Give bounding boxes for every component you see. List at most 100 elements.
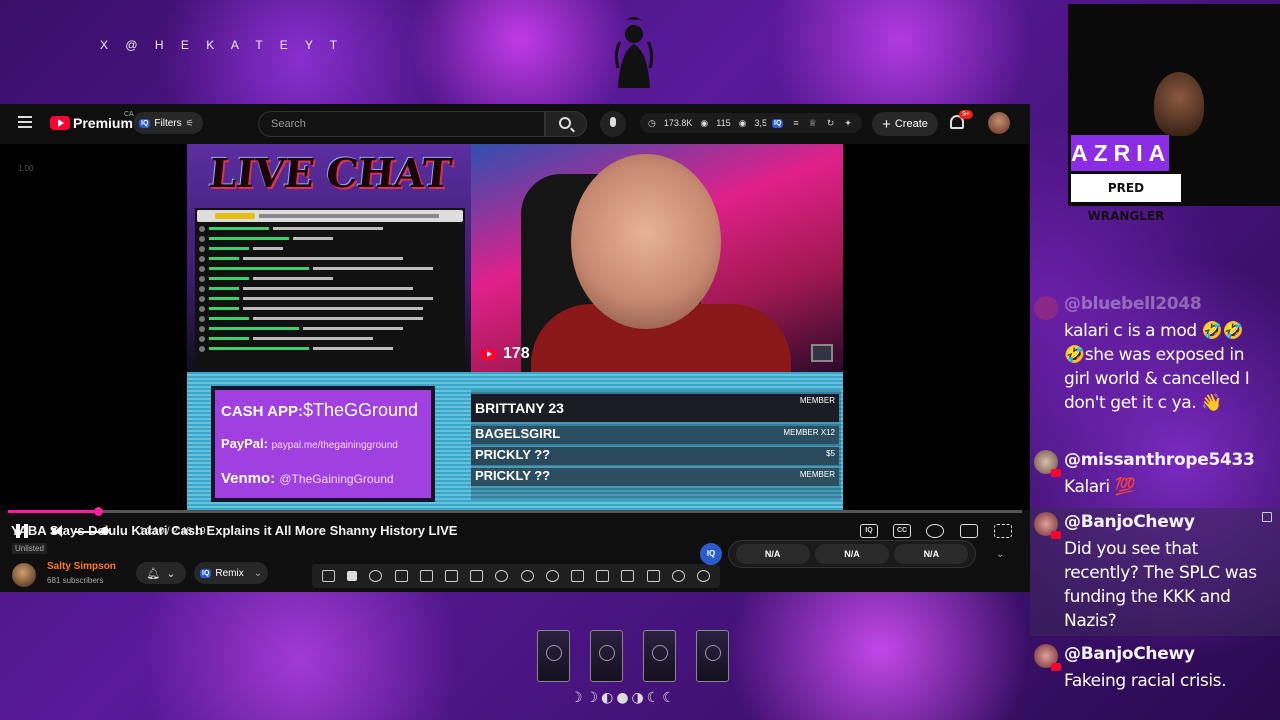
captions-icon[interactable]: CC bbox=[893, 524, 911, 538]
settings-gear-icon[interactable] bbox=[926, 524, 944, 538]
gear-icon[interactable] bbox=[696, 570, 710, 582]
iq-player-button[interactable]: IQ bbox=[860, 524, 878, 538]
stat-views: 173.8K bbox=[663, 118, 693, 128]
stats-pill: ◷ 173.8K ◉ 115 ◉ 3,534 bbox=[640, 113, 785, 133]
alert-row: BRITTANY 23 MEMBER bbox=[471, 394, 839, 422]
picture-in-picture-icon[interactable] bbox=[470, 570, 484, 582]
chat-line bbox=[199, 314, 461, 323]
chevron-down-icon[interactable]: ⌄ bbox=[996, 549, 1004, 560]
channel-avatar[interactable] bbox=[12, 563, 36, 587]
notification-count-badge: 9+ bbox=[959, 110, 973, 119]
chat-line bbox=[199, 274, 461, 283]
chat-line bbox=[199, 334, 461, 343]
moon-phases: ☽☽◐●◑☾☾ bbox=[570, 690, 678, 706]
search-icon bbox=[559, 117, 571, 129]
extension-toolbar bbox=[312, 564, 720, 588]
iq-icon[interactable]: IQ bbox=[700, 543, 722, 565]
remix-button[interactable]: IQ Remix ⌄ bbox=[194, 562, 268, 584]
film-icon[interactable] bbox=[419, 570, 433, 582]
stream-chat-panel: LIVE CHAT bbox=[187, 144, 471, 372]
watching-icon: ◉ bbox=[738, 117, 747, 128]
priestess-card-icon bbox=[643, 630, 676, 682]
youtube-window: Premium CA IQ Filters ⚟ Search ◷ 173.8K … bbox=[0, 104, 1030, 592]
lab-icon[interactable] bbox=[671, 570, 685, 582]
na-pill[interactable]: N/A bbox=[735, 544, 810, 564]
add-icon[interactable] bbox=[570, 570, 584, 582]
pinned-message bbox=[197, 210, 463, 222]
iq-icon[interactable]: IQ bbox=[772, 118, 784, 128]
na-pill[interactable]: N/A bbox=[894, 544, 969, 564]
notification-preference-button[interactable]: 🔔︎ ⌄ bbox=[136, 562, 186, 584]
loop-icon[interactable] bbox=[322, 570, 336, 582]
create-button[interactable]: + Create bbox=[872, 112, 938, 136]
stream-bottom-strip: CASH APP:$TheGGround PayPal: paypal.me/t… bbox=[187, 372, 843, 510]
chat-line bbox=[199, 304, 461, 313]
stream-chat-feed bbox=[195, 208, 465, 368]
filter-icon[interactable] bbox=[545, 570, 559, 582]
list-icon[interactable]: ≡ bbox=[793, 118, 798, 128]
eye-icon: ◉ bbox=[700, 117, 709, 128]
stop-icon[interactable] bbox=[347, 571, 358, 581]
speed-icon[interactable] bbox=[495, 570, 509, 582]
account-avatar[interactable] bbox=[988, 112, 1010, 134]
gauge-icon[interactable] bbox=[520, 570, 534, 582]
filters-button[interactable]: IQ Filters ⚟ bbox=[133, 112, 203, 134]
venmo-line: Venmo: @TheGainingGround bbox=[221, 470, 394, 487]
youtube-logo-icon[interactable] bbox=[50, 116, 70, 130]
seek-bar[interactable] bbox=[8, 507, 1022, 516]
chat-message: @BanjoChewy Did you see that recently? T… bbox=[1030, 508, 1280, 636]
iq-icon: IQ bbox=[200, 568, 212, 578]
sparkle-icon[interactable]: ✦ bbox=[844, 118, 852, 129]
broadcast-icon[interactable] bbox=[369, 570, 383, 582]
chat-username: @missanthrope5433 bbox=[1064, 450, 1255, 470]
search-button[interactable] bbox=[545, 111, 587, 137]
remix-label: Remix bbox=[215, 567, 244, 579]
na-pill[interactable]: N/A bbox=[814, 544, 889, 564]
video-title: YABA Stays Delulu Kalari Cash Explains i… bbox=[11, 523, 458, 538]
donation-box: CASH APP:$TheGGround PayPal: paypal.me/t… bbox=[211, 386, 435, 502]
extension-tools: IQ ≡ ♕ ↻ ✦ bbox=[766, 113, 862, 133]
na-stats-group: IQ N/A N/A N/A ⌄ bbox=[700, 540, 1004, 568]
country-code: CA bbox=[124, 111, 134, 118]
chat-line bbox=[199, 254, 461, 263]
streamer-nameplate: AZRIA bbox=[1071, 135, 1169, 171]
chat-line bbox=[199, 234, 461, 243]
chat-username: @bluebell2048 bbox=[1064, 294, 1202, 314]
youtube-top-bar: Premium CA IQ Filters ⚟ Search ◷ 173.8K … bbox=[0, 104, 1030, 144]
stream-frame: LIVE CHAT 178 CASH APP:$TheGGround PayPa… bbox=[187, 144, 843, 510]
alerts-box: BRITTANY 23 MEMBER BAGELSGIRL MEMBER X12 P… bbox=[471, 390, 841, 500]
menu-icon[interactable] bbox=[18, 116, 32, 128]
search-input[interactable]: Search bbox=[258, 111, 545, 137]
guest-person bbox=[1154, 72, 1204, 136]
camera-icon[interactable] bbox=[646, 570, 660, 582]
chat-username: @BanjoChewy bbox=[1064, 644, 1195, 664]
subscriber-count: 681 subscribers bbox=[47, 576, 104, 585]
rows-icon[interactable] bbox=[621, 570, 635, 582]
chat-line bbox=[199, 324, 461, 333]
chat-line bbox=[199, 284, 461, 293]
channel-name[interactable]: Salty Simpson bbox=[47, 561, 116, 572]
record-icon[interactable] bbox=[394, 570, 408, 582]
columns-icon[interactable] bbox=[596, 570, 610, 582]
chat-avatar bbox=[1034, 512, 1061, 539]
chat-text: Kalari 💯 bbox=[1064, 477, 1136, 497]
video-player[interactable]: 1.00 LIVE CHAT 178 CASH APP:$TheGGround … bbox=[0, 144, 1030, 538]
filters-label: Filters bbox=[154, 117, 182, 129]
chat-avatar bbox=[1034, 644, 1061, 671]
chat-message: @missanthrope5433 Kalari 💯 bbox=[1030, 448, 1280, 504]
miniplayer-icon[interactable] bbox=[960, 524, 978, 538]
trophy-icon[interactable]: ♕ bbox=[809, 118, 817, 129]
seek-bar-handle[interactable] bbox=[94, 507, 104, 516]
goddess-card-icon bbox=[590, 630, 623, 682]
fullscreen-icon[interactable] bbox=[994, 524, 1012, 538]
streamer-title-plate: PRED WRANGLER bbox=[1071, 174, 1181, 223]
refresh-icon[interactable]: ↻ bbox=[827, 118, 835, 129]
chevron-down-icon: ⌄ bbox=[166, 567, 176, 580]
chat-username: @BanjoChewy bbox=[1064, 512, 1195, 532]
chat-text: kalari c is a mod 🤣🤣🤣she was exposed in … bbox=[1064, 321, 1250, 413]
image-icon[interactable] bbox=[445, 570, 459, 582]
reply-icon[interactable] bbox=[1262, 512, 1272, 522]
social-handle: X @ H E K A T E Y T bbox=[100, 38, 345, 52]
voice-search-button[interactable] bbox=[600, 111, 626, 137]
unlisted-badge: Unlisted bbox=[12, 543, 47, 554]
